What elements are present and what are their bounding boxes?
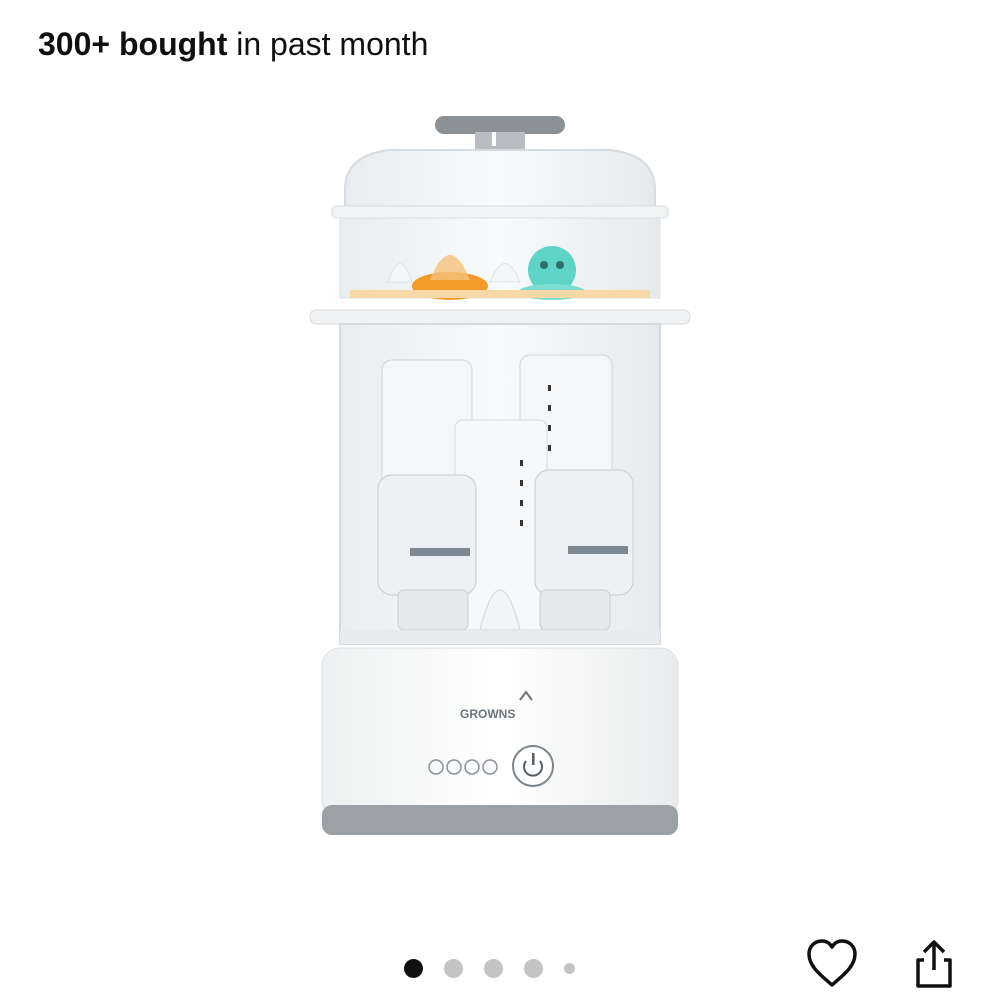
carousel-dot-2[interactable] [444, 958, 463, 978]
carousel-dot-4[interactable] [524, 958, 543, 978]
bought-count: 300+ bought [38, 26, 228, 62]
bought-in-past-month: 300+ bought in past month [38, 22, 428, 66]
share-icon [916, 940, 952, 988]
image-carousel-dots [404, 955, 575, 981]
carousel-dot-1[interactable] [404, 958, 423, 978]
bottle-sterilizer-illustration: GROWNS [309, 116, 691, 835]
carousel-dot-3[interactable] [484, 958, 503, 978]
carousel-dot-5[interactable] [564, 962, 575, 974]
product-image[interactable]: GROWNS [300, 110, 700, 850]
heart-outline-icon [807, 939, 857, 987]
brand-logo-text: GROWNS [460, 707, 515, 721]
wishlist-button[interactable] [802, 934, 862, 994]
share-button[interactable] [904, 934, 964, 994]
bought-suffix: in past month [227, 26, 429, 62]
